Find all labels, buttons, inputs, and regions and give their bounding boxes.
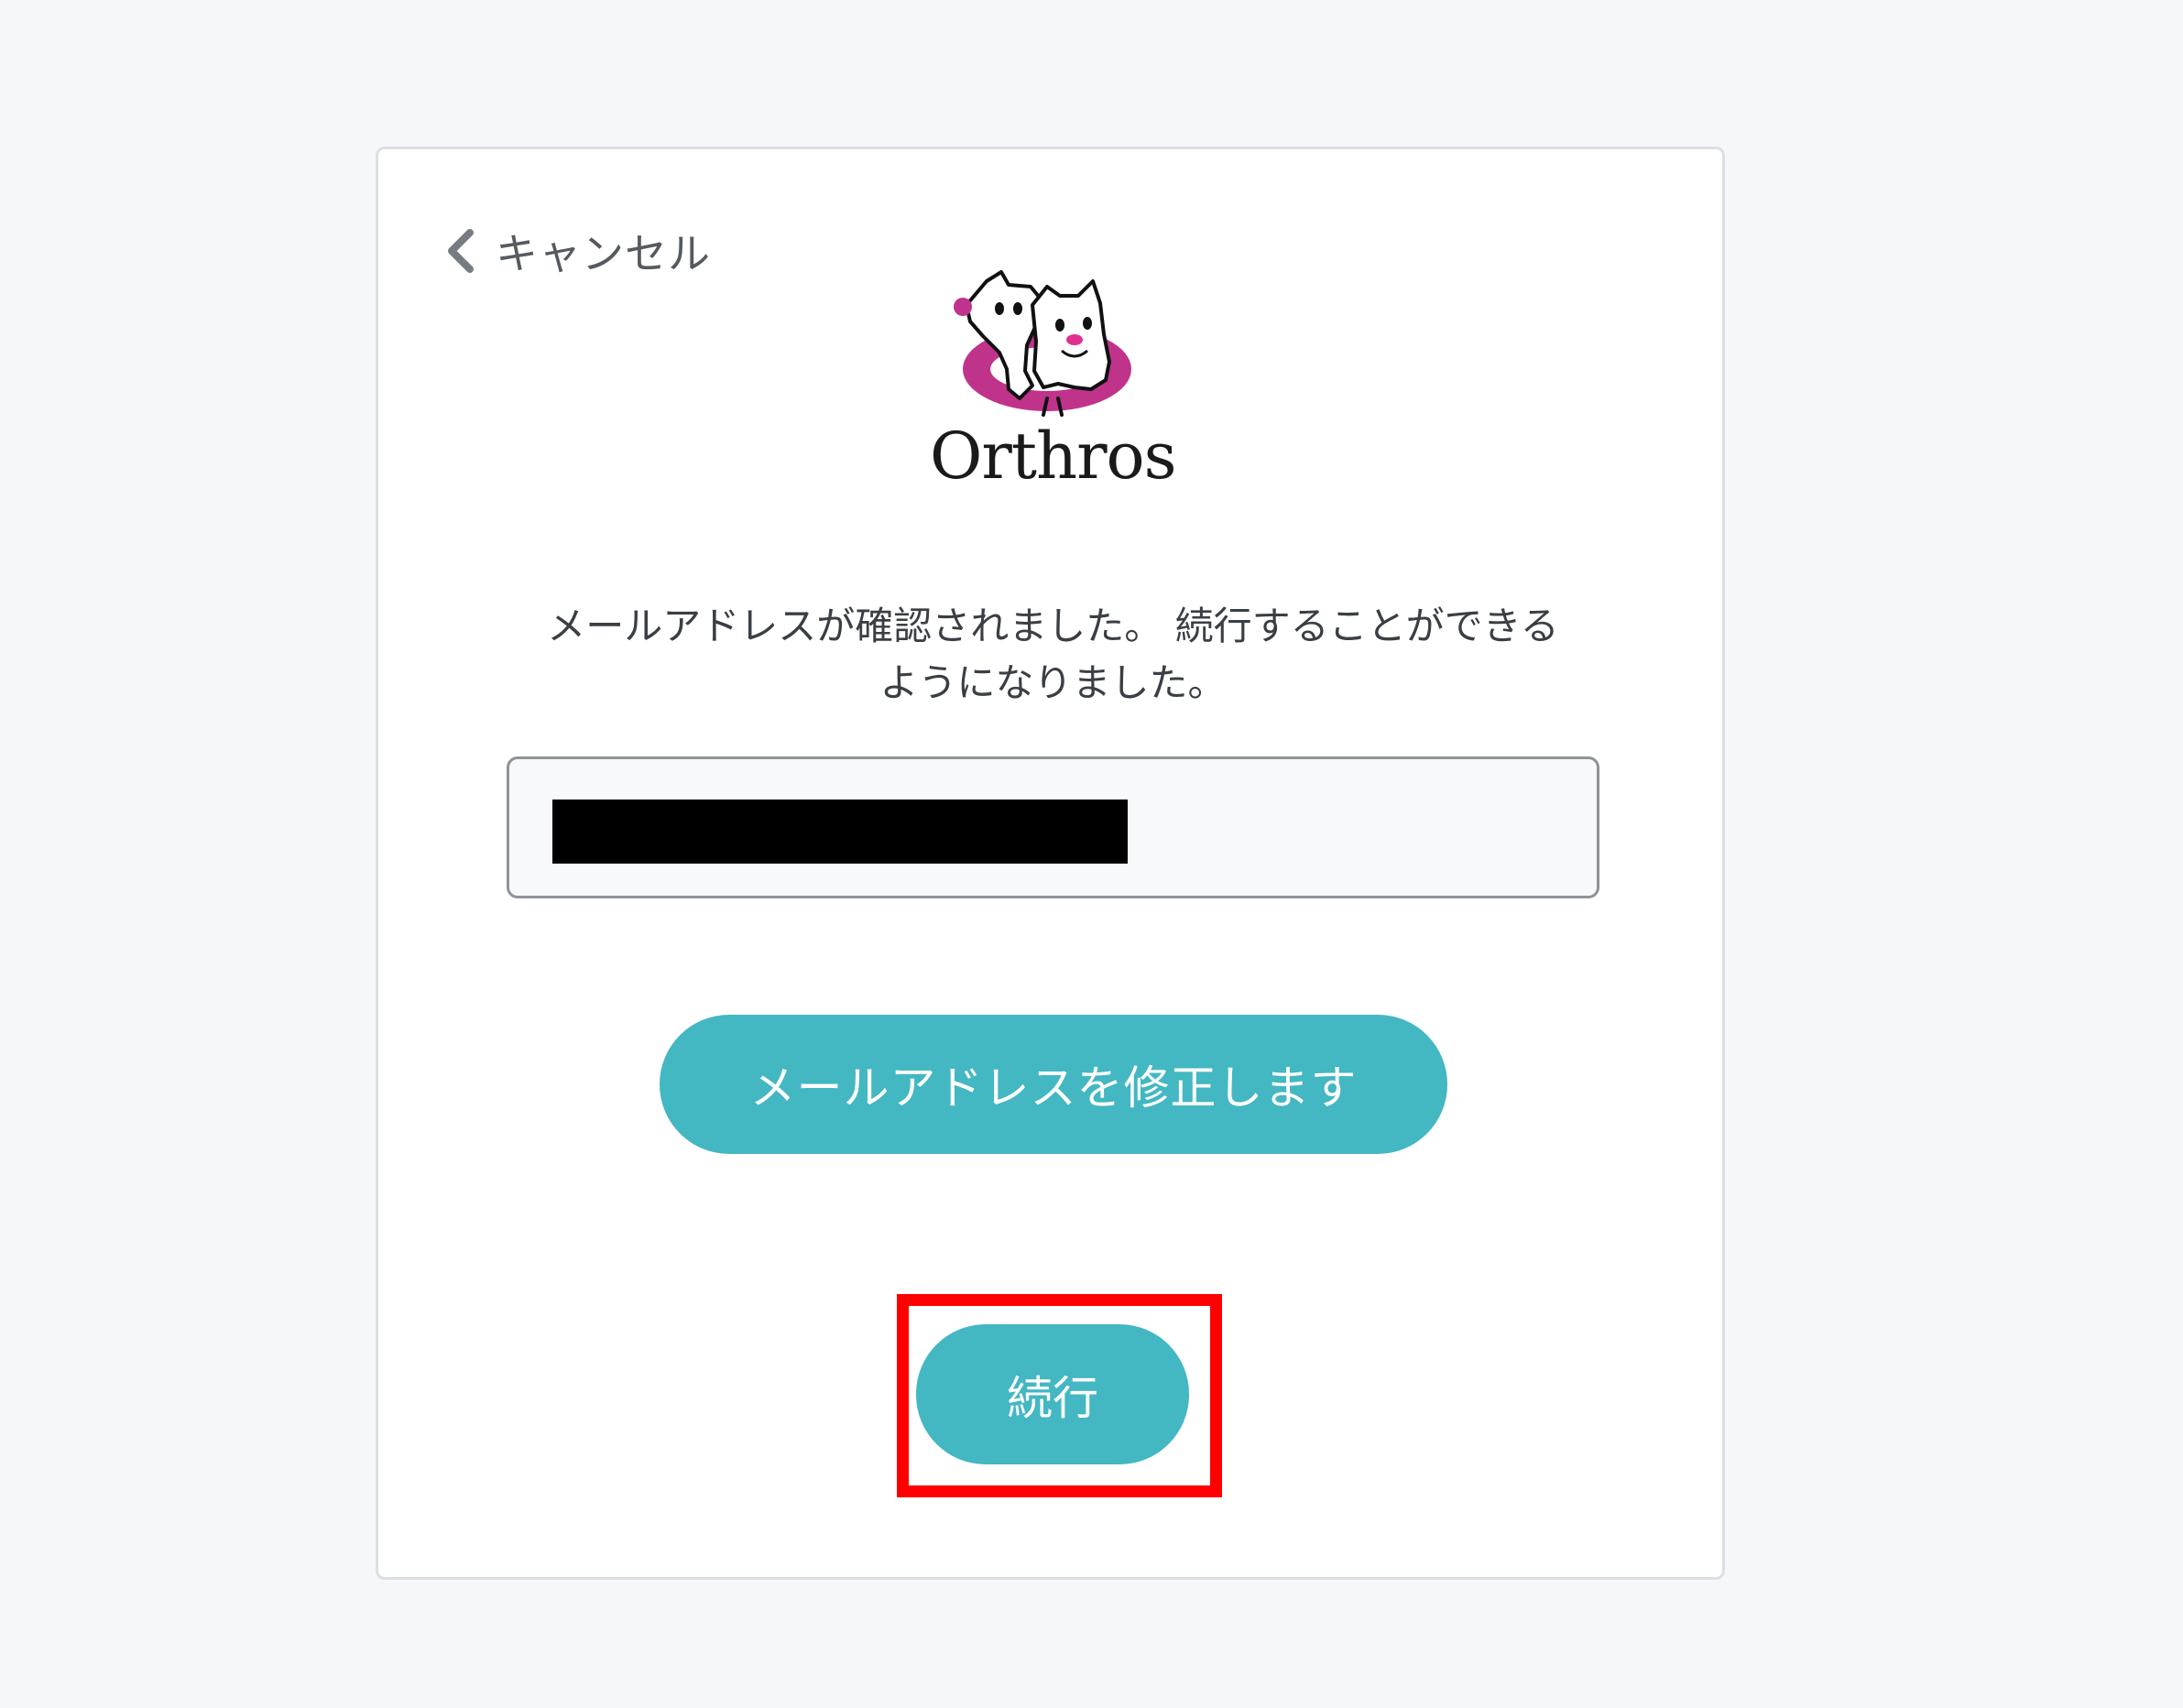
redaction-box <box>552 800 1128 864</box>
confirmation-message: メールアドレスが確認されました。 続行することができる ようになりました。 <box>479 598 1627 712</box>
cancel-link[interactable]: キャンセル <box>444 221 711 281</box>
email-confirmation-card: キャンセル Orthros メールアドレスが確認されました。 続行することができ… <box>376 147 1725 1580</box>
orthros-logo: Orthros <box>930 261 1177 499</box>
orthros-dogs-logo-icon <box>954 270 1131 417</box>
email-field[interactable] <box>507 756 1599 898</box>
message-line-1: メールアドレスが確認されました。 続行することができる <box>547 604 1559 648</box>
continue-button[interactable]: 続行 <box>916 1324 1189 1464</box>
chevron-left-icon <box>444 228 475 274</box>
message-line-2: ようになりました。 <box>879 660 1227 705</box>
cancel-label: キャンセル <box>496 229 711 278</box>
logo-text: Orthros <box>930 419 1177 494</box>
fix-email-button[interactable]: メールアドレスを修正します <box>660 1015 1447 1154</box>
